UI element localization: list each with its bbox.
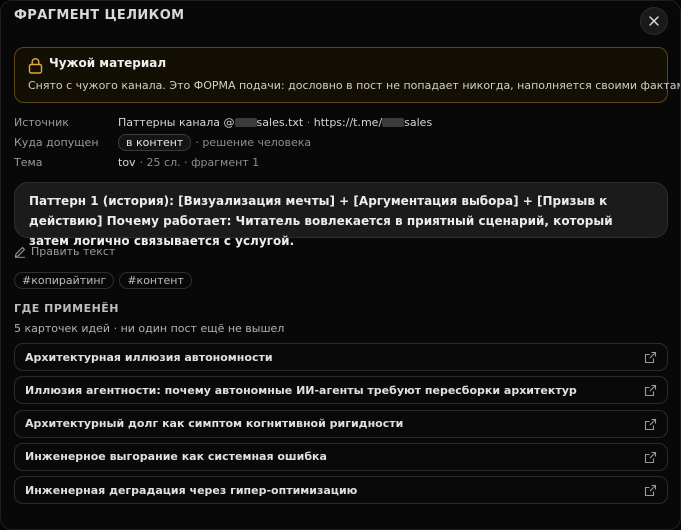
usage-item-title: Иллюзия агентности: почему автономные ИИ… [25,383,577,397]
usage-title: ГДЕ ПРИМЕНЁН [14,302,120,315]
usage-item-title: Инженерное выгорание как системная ошибк… [25,450,327,464]
usage-subtitle: 5 карточек идей · ни один пост ещё не вы… [14,322,285,335]
external-link-icon [644,385,657,397]
close-icon [649,16,659,26]
tag-list: #копирайтинг #контент [14,272,197,289]
meta-topic-row: Тема tov · 25 сл. · фрагмент 1 [14,154,259,170]
edit-text-label: Править текст [31,245,116,258]
usage-item[interactable]: Архитектурная иллюзия автономности [14,343,668,371]
fragment-text: Паттерн 1 (история): [Визуализация мечты… [14,182,668,248]
lock-icon [28,58,43,74]
source-url[interactable]: https://t.me/sales [314,116,432,129]
source-file: Паттерны канала @ sales.txt [118,116,303,129]
pencil-icon [14,246,26,258]
meta-source-row: Источник Паттерны канала @ sales.txt · ht… [14,114,432,130]
redacted-handle [234,118,257,127]
external-link-icon [644,485,657,497]
tag-copywriting[interactable]: #копирайтинг [14,272,115,289]
usage-item[interactable]: Архитектурный долг как симптом когнитивн… [14,409,668,438]
allowed-note: · решение человека [195,135,312,149]
external-link-icon [644,451,657,463]
source-label: Источник [14,115,69,129]
topic-value: tov [118,155,136,169]
fragment-modal: ФРАГМЕНТ ЦЕЛИКОМ Чужой материал Снято с … [0,0,681,530]
allowed-label: Куда допущен [14,135,99,149]
warning-text: Снято с чужого канала. Это ФОРМА подачи:… [28,79,681,92]
usage-item-title: Архитектурный долг как симптом когнитивн… [25,417,404,431]
close-button[interactable] [640,7,668,35]
external-link-icon [644,351,657,364]
redacted-handle-url [382,118,405,127]
tag-content[interactable]: #контент [119,272,192,289]
usage-list: Архитектурная иллюзия автономности Иллюз… [14,343,668,509]
topic-note: · 25 сл. · фрагмент 1 [139,155,260,169]
source-url-prefix: https://t.me/ [313,115,383,129]
usage-item[interactable]: Инженерная деградация через гипер-оптими… [14,476,668,505]
source-url-suffix: sales [404,115,433,129]
edit-text-button[interactable]: Править текст [14,245,115,258]
meta-allowed-row: Куда допущен в контент · решение человек… [14,133,312,151]
modal-title: ФРАГМЕНТ ЦЕЛИКОМ [14,8,185,23]
source-url-sep: · [303,115,314,129]
source-file-suffix: sales.txt [256,115,304,129]
usage-item-title: Архитектурная иллюзия автономности [25,350,273,364]
topic-label: Тема [14,155,43,169]
allowed-pill[interactable]: в контент [118,133,192,151]
source-file-prefix: Паттерны канала @ [118,115,235,129]
usage-item[interactable]: Инженерное выгорание как системная ошибк… [14,442,668,471]
warning-title: Чужой материал [49,56,167,70]
usage-item[interactable]: Иллюзия агентности: почему автономные ИИ… [14,376,668,405]
foreign-material-warning: Чужой материал Снято с чужого канала. Эт… [14,47,680,103]
usage-item-title: Инженерная деградация через гипер-оптими… [25,483,358,497]
external-link-icon [644,418,657,430]
